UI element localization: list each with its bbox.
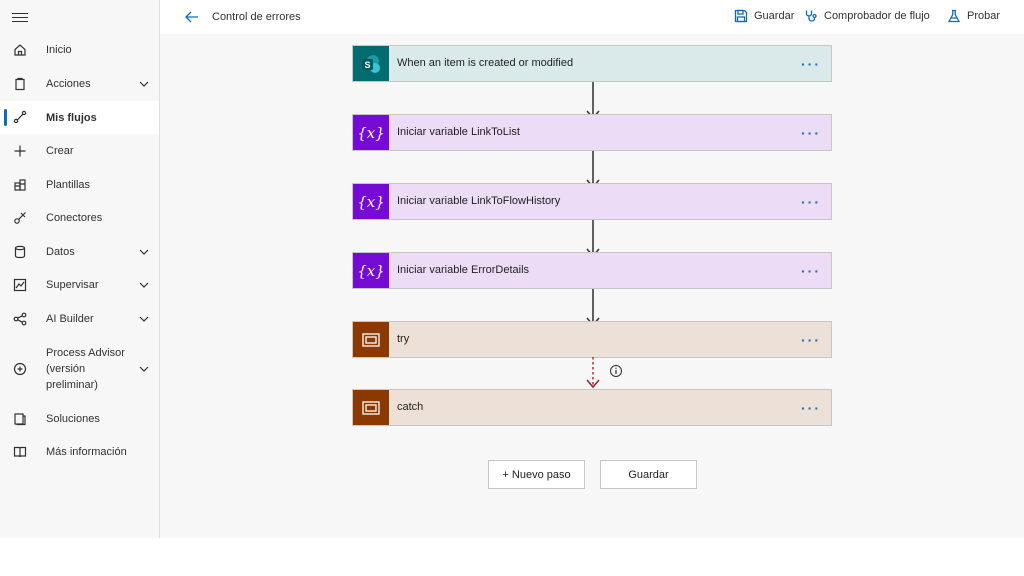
flow-step-try-scope[interactable]: try ··· (352, 321, 832, 358)
back-arrow-icon[interactable] (184, 9, 200, 25)
flow-editor: Inicio Acciones Mis flujos Crear Plantil… (0, 0, 1024, 538)
step-title: When an item is created or modified (397, 57, 574, 69)
flow-checker-label: Comprobador de flujo (824, 10, 930, 22)
sharepoint-icon: S (353, 46, 389, 81)
clipboard-icon (12, 76, 28, 92)
home-icon (12, 42, 28, 58)
step-title: try (397, 333, 410, 345)
scope-icon (353, 322, 389, 357)
flow-step-trigger[interactable]: S When an item is created or modified ··… (352, 45, 832, 82)
test-button[interactable]: Probar (947, 9, 1000, 23)
sidebar-item-label: Acciones (46, 78, 91, 90)
monitor-icon (12, 277, 28, 293)
sidebar-item-label: Mis flujos (46, 112, 97, 124)
flask-icon (947, 9, 961, 23)
connector-icon (12, 210, 28, 226)
flow-step-catch-scope[interactable]: catch ··· (352, 389, 832, 426)
step-title: Iniciar variable LinkToFlowHistory (397, 195, 561, 207)
sidebar-item-soluciones[interactable]: Soluciones (0, 411, 159, 429)
scope-icon (353, 390, 389, 425)
step-title: Iniciar variable ErrorDetails (397, 264, 530, 276)
sidebar-item-label: Plantillas (46, 179, 91, 191)
more-options-button[interactable]: ··· (791, 253, 831, 288)
ai-builder-icon (12, 311, 28, 327)
new-step-button[interactable]: + Nuevo paso (488, 460, 585, 489)
sidebar-item-label: Inicio (46, 44, 72, 56)
sidebar-item-datos[interactable]: Datos (0, 244, 159, 262)
sidebar-item-acciones[interactable]: Acciones (0, 76, 159, 94)
save-button-label: Guardar (754, 10, 795, 22)
test-button-label: Probar (967, 10, 1001, 22)
chevron-down-icon (139, 79, 149, 89)
sidebar: Inicio Acciones Mis flujos Crear Plantil… (0, 0, 160, 538)
save-flow-button[interactable]: Guardar (600, 460, 697, 489)
more-options-button[interactable]: ··· (791, 115, 831, 150)
templates-icon (12, 177, 28, 193)
chevron-down-icon (139, 280, 149, 290)
save-button[interactable]: Guardar (734, 9, 794, 23)
sidebar-item-inicio[interactable]: Inicio (0, 42, 159, 60)
info-icon[interactable] (609, 364, 623, 378)
sidebar-item-conectores[interactable]: Conectores (0, 210, 159, 228)
sidebar-item-crear[interactable]: Crear (0, 143, 159, 161)
sidebar-item-plantillas[interactable]: Plantillas (0, 177, 159, 195)
chevron-down-icon (139, 247, 149, 257)
sidebar-item-process-advisor[interactable]: Process Advisor (versión preliminar) (0, 345, 159, 395)
chevron-down-icon (139, 364, 149, 374)
more-options-button[interactable]: ··· (791, 322, 831, 357)
sidebar-item-label: Soluciones (46, 413, 100, 425)
stethoscope-icon (805, 10, 817, 22)
variable-icon: {x} (353, 115, 389, 150)
sidebar-item-mis-flujos[interactable]: Mis flujos (0, 101, 159, 134)
solutions-icon (12, 411, 28, 427)
process-advisor-icon (12, 361, 28, 377)
command-bar: Control de errores Guardar Comprobador d… (160, 0, 1024, 34)
more-options-button[interactable]: ··· (791, 46, 831, 81)
database-icon (12, 244, 28, 260)
sidebar-item-label: Crear (46, 145, 74, 157)
sidebar-item-ai-builder[interactable]: AI Builder (0, 311, 159, 329)
sidebar-item-mas-informacion[interactable]: Más información (0, 444, 159, 462)
more-options-button[interactable]: ··· (791, 390, 831, 425)
flow-step-init-variable-linktolist[interactable]: {x} Iniciar variable LinkToList ··· (352, 114, 832, 151)
hamburger-menu-icon[interactable] (12, 10, 28, 24)
flow-icon (12, 109, 28, 125)
chevron-down-icon (139, 314, 149, 324)
save-icon (734, 9, 748, 23)
flow-step-init-variable-linktoflowhistory[interactable]: {x} Iniciar variable LinkToFlowHistory ·… (352, 183, 832, 220)
sidebar-item-label: Supervisar (46, 279, 99, 291)
sidebar-item-label: Conectores (46, 212, 103, 224)
variable-icon: {x} (353, 184, 389, 219)
flow-step-init-variable-errordetails[interactable]: {x} Iniciar variable ErrorDetails ··· (352, 252, 832, 289)
sidebar-item-supervisar[interactable]: Supervisar (0, 277, 159, 295)
sidebar-item-label: Datos (46, 246, 75, 258)
variable-icon: {x} (353, 253, 389, 288)
svg-text:S: S (364, 60, 370, 70)
flow-title: Control de errores (212, 11, 301, 23)
flow-checker-button[interactable]: Comprobador de flujo (804, 9, 930, 23)
sidebar-item-label: AI Builder (46, 313, 94, 325)
more-options-button[interactable]: ··· (791, 184, 831, 219)
book-icon (12, 444, 28, 460)
sidebar-item-label: Process Advisor (versión preliminar) (46, 347, 125, 391)
sidebar-item-label: Más información (46, 446, 127, 458)
plus-icon (12, 143, 28, 159)
step-title: Iniciar variable LinkToList (397, 126, 520, 138)
step-title: catch (397, 401, 424, 413)
